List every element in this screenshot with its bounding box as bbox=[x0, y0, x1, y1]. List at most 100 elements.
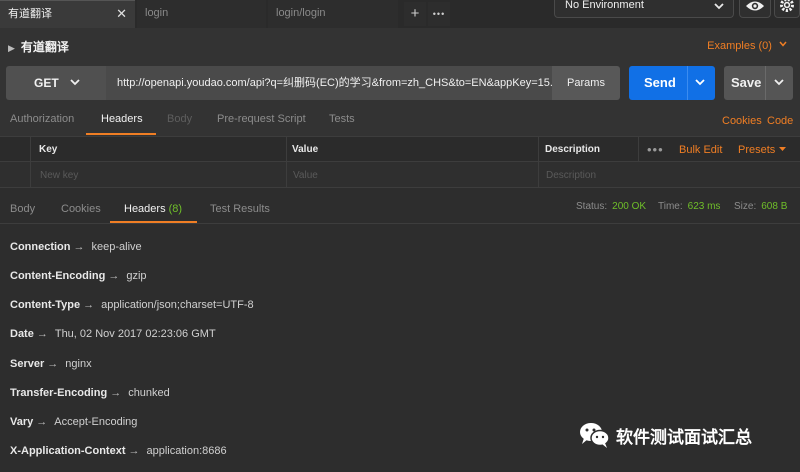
chevron-down-icon bbox=[70, 79, 80, 86]
request-title[interactable]: ▶ 有道翻译 bbox=[8, 38, 69, 55]
bulk-edit-link[interactable]: Bulk Edit bbox=[679, 144, 722, 156]
response-divider bbox=[0, 223, 800, 224]
tab-label: login/login bbox=[276, 7, 326, 19]
column-description: Description bbox=[545, 144, 601, 155]
header-value: keep-alive bbox=[91, 241, 142, 253]
url-input[interactable]: http://openapi.youdao.com/api?q=纠删码(EC)的… bbox=[106, 66, 552, 100]
arrow-right-icon: → bbox=[36, 416, 48, 428]
header-key: Content-Encoding bbox=[10, 270, 106, 282]
size-label: Size: bbox=[734, 201, 757, 212]
send-button[interactable]: Send bbox=[629, 66, 715, 100]
new-tab-button[interactable]: + bbox=[404, 2, 426, 26]
size-readout: Size: 608 B bbox=[734, 201, 787, 212]
tab-body[interactable]: Body bbox=[167, 113, 192, 125]
arrow-right-icon: → bbox=[73, 241, 85, 253]
response-tab-body[interactable]: Body bbox=[10, 203, 35, 215]
header-value: Thu, 02 Nov 2017 02:23:06 GMT bbox=[54, 328, 216, 340]
params-label: Params bbox=[567, 77, 605, 89]
response-tab-headers[interactable]: Headers (8) bbox=[124, 203, 182, 215]
response-header-row: X-Application-Context → application:8686 bbox=[10, 445, 227, 457]
tab-youdao[interactable]: 有道翻译 ✕ bbox=[0, 0, 135, 28]
time-value: 623 ms bbox=[687, 201, 721, 212]
tab-more-button[interactable]: ••• bbox=[428, 2, 450, 26]
chevron-down-icon[interactable] bbox=[693, 67, 707, 97]
tab-headers[interactable]: Headers bbox=[101, 113, 143, 125]
header-key: Transfer-Encoding bbox=[10, 387, 108, 399]
column-key: Key bbox=[39, 144, 58, 155]
environment-quick-look-button[interactable] bbox=[739, 0, 771, 18]
plus-icon: + bbox=[410, 5, 420, 22]
headers-table-new-row: New key Value Description bbox=[0, 162, 800, 188]
response-tab-test-results[interactable]: Test Results bbox=[210, 203, 270, 215]
wechat-icon bbox=[580, 423, 610, 448]
response-tab-cookies[interactable]: Cookies bbox=[61, 203, 101, 215]
response-headers-count: (8) bbox=[168, 203, 183, 215]
params-button[interactable]: Params bbox=[552, 66, 620, 100]
arrow-right-icon: → bbox=[108, 270, 120, 282]
examples-label: Examples (0) bbox=[707, 40, 772, 52]
settings-button[interactable] bbox=[774, 0, 800, 18]
examples-dropdown[interactable]: Examples (0) bbox=[707, 39, 788, 52]
chevron-down-icon bbox=[714, 3, 724, 10]
cookies-link[interactable]: Cookies bbox=[722, 115, 762, 127]
response-header-row: Date → Thu, 02 Nov 2017 02:23:06 GMT bbox=[10, 328, 216, 340]
save-button[interactable]: Save bbox=[724, 66, 793, 100]
chevron-down-icon[interactable] bbox=[772, 67, 786, 97]
active-tab-indicator bbox=[86, 133, 156, 135]
header-value: Accept-Encoding bbox=[54, 416, 138, 428]
headers-table-header: Key Value Description ••• Bulk Edit Pres… bbox=[0, 136, 800, 162]
close-icon[interactable]: ✕ bbox=[116, 1, 127, 27]
response-header-row: Connection → keep-alive bbox=[10, 241, 142, 253]
response-header-row: Content-Type → application/json;charset=UT… bbox=[10, 299, 254, 311]
method-select[interactable]: GET bbox=[6, 66, 106, 100]
column-divider bbox=[286, 162, 287, 187]
header-key: Content-Type bbox=[10, 299, 81, 311]
gear-icon bbox=[780, 0, 794, 12]
environment-select[interactable]: No Environment bbox=[554, 0, 734, 18]
new-key-input[interactable]: New key bbox=[40, 170, 78, 181]
response-header-row: Content-Encoding → gzip bbox=[10, 270, 147, 282]
code-link[interactable]: Code bbox=[767, 115, 793, 127]
status-value: 200 OK bbox=[612, 201, 647, 212]
size-value: 608 B bbox=[761, 201, 788, 212]
header-value: application/json;charset=UTF-8 bbox=[101, 299, 254, 311]
watermark-text: 软件测试面试汇总 bbox=[616, 428, 752, 447]
tab-login-login[interactable]: login/login bbox=[268, 0, 398, 28]
response-tab-headers-label: Headers bbox=[124, 203, 166, 215]
environment-selected: No Environment bbox=[565, 0, 644, 11]
header-key: Connection bbox=[10, 241, 71, 253]
caret-down-icon bbox=[779, 147, 787, 151]
save-label: Save bbox=[731, 75, 762, 90]
column-divider bbox=[30, 137, 31, 161]
header-key: Date bbox=[10, 328, 34, 340]
eye-icon bbox=[746, 1, 764, 11]
column-value: Value bbox=[292, 144, 319, 155]
tab-strip: 有道翻译 ✕ login login/login + ••• No Enviro… bbox=[0, 0, 800, 28]
response-header-row: Vary → Accept-Encoding bbox=[10, 416, 137, 428]
header-key: Vary bbox=[10, 416, 34, 428]
column-options-icon[interactable]: ••• bbox=[647, 142, 664, 157]
new-value-input[interactable]: Value bbox=[293, 170, 318, 181]
column-divider bbox=[286, 137, 287, 161]
column-divider bbox=[538, 137, 539, 161]
column-divider bbox=[638, 137, 639, 161]
header-key: Server bbox=[10, 358, 45, 370]
time-label: Time: bbox=[658, 201, 683, 212]
tab-login[interactable]: login bbox=[137, 0, 266, 28]
tab-tests[interactable]: Tests bbox=[329, 113, 355, 125]
tab-authorization[interactable]: Authorization bbox=[10, 113, 74, 125]
arrow-right-icon: → bbox=[128, 445, 140, 457]
tab-pre-request-script[interactable]: Pre-request Script bbox=[217, 113, 306, 125]
column-divider bbox=[30, 162, 31, 187]
arrow-right-icon: → bbox=[83, 299, 95, 311]
url-value: http://openapi.youdao.com/api?q=纠删码(EC)的… bbox=[117, 77, 552, 89]
caret-right-icon: ▶ bbox=[8, 43, 15, 53]
new-description-input[interactable]: Description bbox=[546, 170, 596, 181]
chevron-down-icon bbox=[779, 41, 787, 47]
header-value: nginx bbox=[65, 358, 92, 370]
arrow-right-icon: → bbox=[110, 387, 122, 399]
tab-label: 有道翻译 bbox=[8, 8, 52, 20]
time-readout: Time: 623 ms bbox=[658, 201, 720, 212]
presets-dropdown[interactable]: Presets bbox=[738, 144, 787, 156]
response-header-row: Server → nginx bbox=[10, 358, 92, 370]
